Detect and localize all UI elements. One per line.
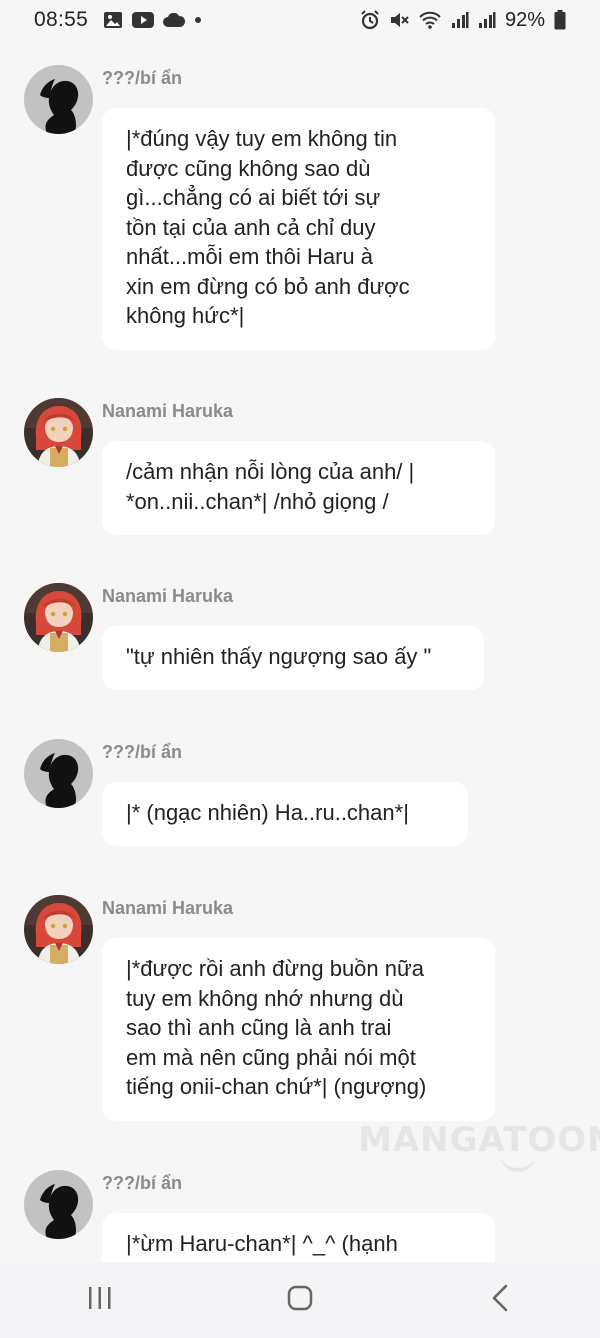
- status-bar: 08:55 92%: [0, 0, 600, 40]
- avatar[interactable]: [24, 65, 93, 134]
- sender-name: Nanami Haruka: [102, 401, 234, 421]
- back-button[interactable]: [460, 1270, 540, 1330]
- signal-icon: [478, 11, 496, 29]
- avatar[interactable]: [24, 895, 93, 964]
- message-bubble: |*được rồi anh đừng buồn nữa tuy em khôn…: [102, 938, 495, 1121]
- wifi-icon: [418, 10, 442, 30]
- avatar[interactable]: [24, 1170, 93, 1239]
- gallery-icon: [103, 11, 123, 29]
- home-button[interactable]: [260, 1270, 340, 1330]
- battery-percent: 92%: [504, 8, 545, 31]
- status-time: 08:55: [34, 8, 89, 31]
- sender-name: Nanami Haruka: [102, 586, 234, 606]
- dot-icon: [194, 16, 202, 24]
- message-bubble: /cảm nhận nỗi lòng của anh/ | *on..nii..…: [102, 441, 495, 535]
- battery-icon: [554, 10, 566, 30]
- chat-list[interactable]: ???/bí ẩn |*đúng vậy tuy em không tin đư…: [0, 40, 600, 1262]
- sender-name: Nanami Haruka: [102, 898, 234, 918]
- signal-icon: [451, 11, 469, 29]
- sender-name: ???/bí ẩn: [102, 742, 182, 762]
- avatar[interactable]: [24, 739, 93, 808]
- recent-apps-icon: [87, 1286, 113, 1315]
- message-bubble: |*ừm Haru-chan*| ^_^ (hạnh: [102, 1213, 495, 1262]
- message-bubble: |* (ngạc nhiên) Ha..ru..chan*|: [102, 782, 468, 846]
- avatar[interactable]: [24, 398, 93, 467]
- alarm-icon: [360, 10, 380, 30]
- message-bubble: |*đúng vậy tuy em không tin được cũng kh…: [102, 108, 495, 350]
- cloud-icon: [163, 13, 186, 27]
- message-bubble: "tự nhiên thấy ngượng sao ấy ": [102, 626, 484, 690]
- recent-apps-button[interactable]: [60, 1270, 140, 1330]
- navigation-bar: [0, 1262, 600, 1338]
- watermark: MANGATOON: [358, 1120, 600, 1160]
- avatar[interactable]: [24, 583, 93, 652]
- back-icon: [491, 1284, 509, 1317]
- home-icon: [287, 1285, 313, 1316]
- sender-name: ???/bí ẩn: [102, 1173, 182, 1193]
- mute-icon: [389, 10, 409, 30]
- youtube-icon: [132, 12, 155, 28]
- sender-name: ???/bí ẩn: [102, 68, 182, 88]
